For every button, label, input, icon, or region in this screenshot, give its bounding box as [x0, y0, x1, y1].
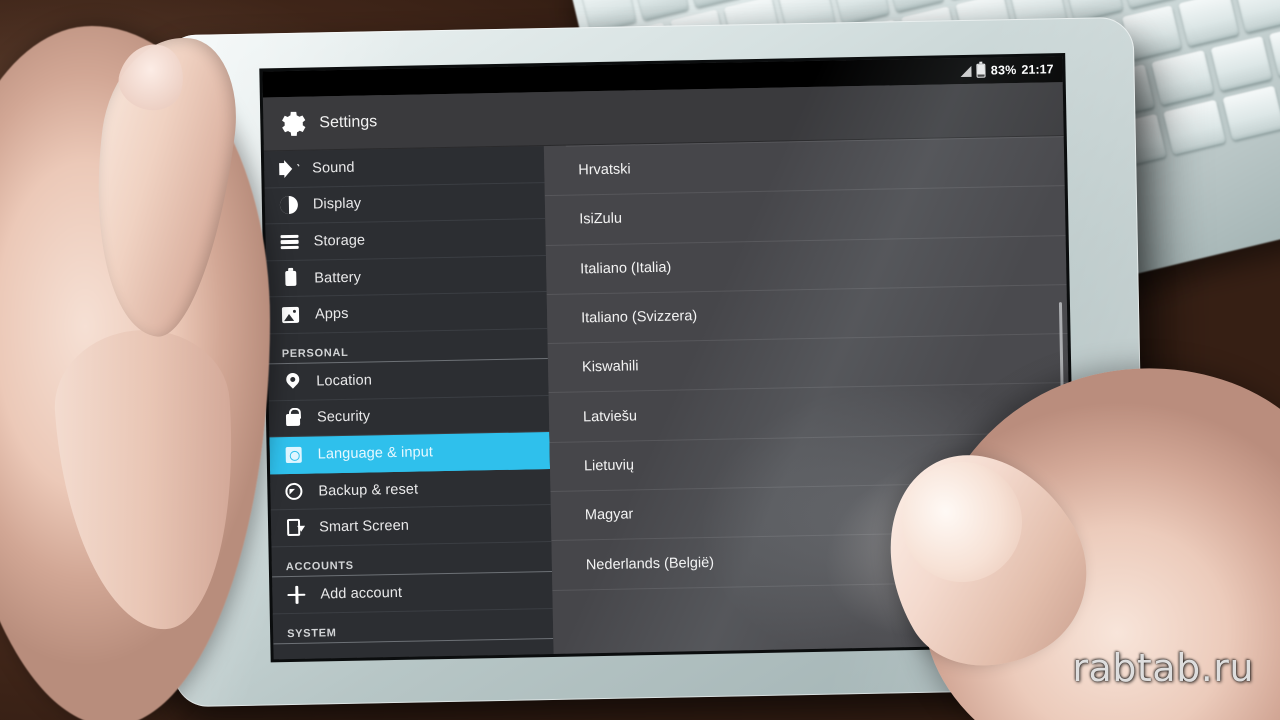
sidebar-item-label: Add account: [320, 584, 403, 603]
language-label: Italiano (Svizzera): [580, 308, 698, 327]
language-label: Hrvatski: [578, 161, 631, 179]
battery-icon: [976, 63, 986, 78]
sidebar-item-label: Battery: [314, 269, 362, 287]
plus-icon: [286, 584, 306, 604]
sidebar-item-label: Sound: [312, 159, 355, 177]
sidebar-section-system: SYSTEM: [272, 608, 554, 644]
sidebar-item-label: Location: [316, 372, 373, 390]
apps-image-icon: [281, 305, 301, 325]
sidebar-item-language-and-input[interactable]: Language & input: [269, 432, 551, 475]
language-label: Nederlands (België): [585, 554, 715, 573]
battery-icon: [280, 268, 300, 288]
sidebar-item-apps[interactable]: Apps: [266, 292, 548, 335]
settings-sidebar[interactable]: Sound Display Storage Battery Apps PERSO…: [263, 146, 554, 660]
photo-scene: 83% 21:17 Settings Sound Display Storage…: [0, 0, 1280, 720]
language-label: Magyar: [584, 506, 634, 524]
watermark: rabtab.ru: [1072, 646, 1254, 690]
brightness-icon: [279, 195, 299, 215]
sidebar-item-display[interactable]: Display: [264, 182, 546, 225]
page-title: Settings: [319, 112, 378, 131]
backup-reset-icon: [284, 481, 304, 501]
language-icon: [284, 445, 304, 465]
sidebar-item-label: Display: [312, 195, 362, 213]
sidebar-item-security[interactable]: Security: [268, 395, 550, 438]
lock-icon: [283, 408, 303, 428]
language-label: Latviešu: [582, 407, 638, 425]
language-label: Kiswahili: [581, 358, 639, 376]
language-label: Lietuvių: [583, 457, 635, 475]
language-label: IsiZulu: [579, 211, 623, 228]
sidebar-item-label: Language & input: [317, 444, 434, 463]
sidebar-item-backup-and-reset[interactable]: Backup & reset: [270, 468, 551, 511]
clock-label: 21:17: [1021, 62, 1054, 77]
sidebar-item-battery[interactable]: Battery: [265, 255, 547, 298]
sidebar-item-label: Backup & reset: [318, 481, 419, 500]
sidebar-item-sound[interactable]: Sound: [263, 146, 545, 189]
language-label: Italiano (Italia): [580, 259, 672, 278]
speaker-icon: [278, 159, 301, 179]
sidebar-item-label: Storage: [313, 232, 366, 250]
signal-triangle-icon: [960, 65, 972, 77]
storage-icon: [279, 232, 299, 252]
sidebar-item-location[interactable]: Location: [267, 359, 549, 401]
smart-screen-icon: [285, 518, 305, 538]
gear-icon: [277, 108, 308, 139]
sidebar-item-label: Apps: [314, 306, 349, 323]
sidebar-item-add-account[interactable]: Add account: [272, 571, 553, 614]
sidebar-item-smart-screen[interactable]: Smart Screen: [270, 505, 552, 548]
battery-percent-label: 83%: [990, 62, 1017, 78]
sidebar-item-storage[interactable]: Storage: [265, 219, 546, 262]
location-pin-icon: [282, 370, 302, 392]
sidebar-item-label: Security: [316, 408, 371, 426]
sidebar-item-label: Smart Screen: [318, 517, 410, 536]
